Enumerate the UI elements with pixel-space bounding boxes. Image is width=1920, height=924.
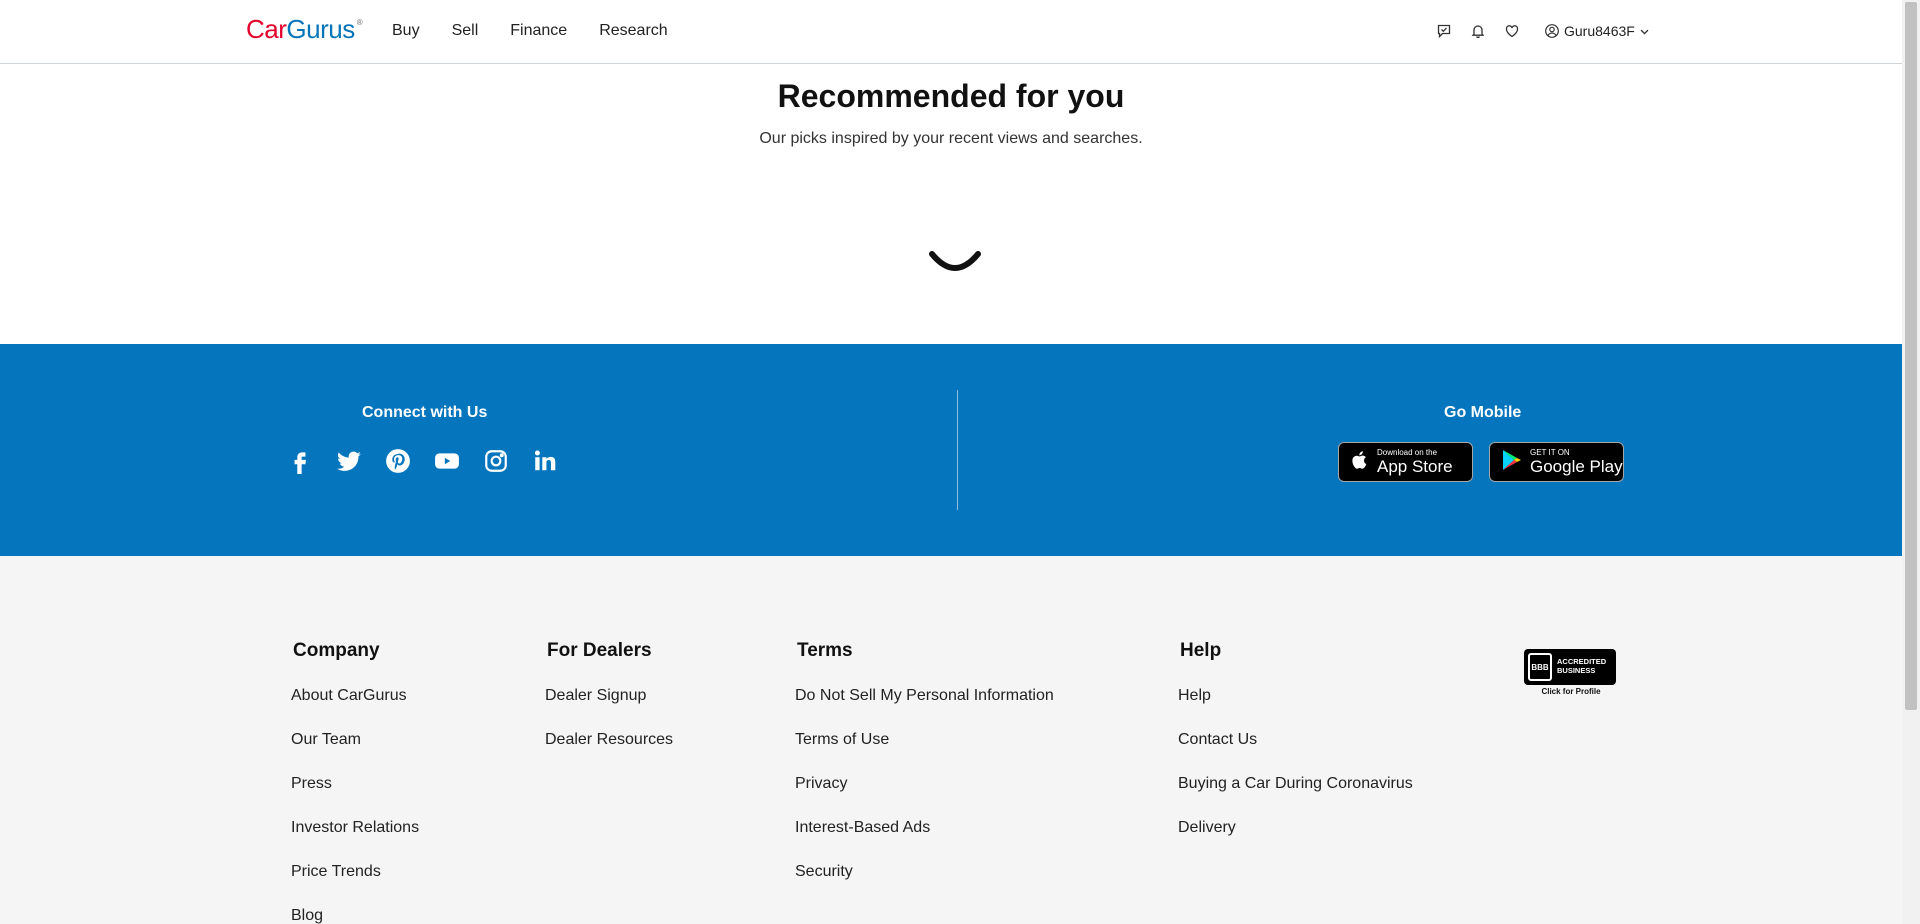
go-mobile-title: Go Mobile <box>1444 404 1522 421</box>
recommended-title: Recommended for you <box>777 78 1125 114</box>
notifications-bell-icon[interactable] <box>1470 23 1486 39</box>
footer-link[interactable]: About CarGurus <box>291 686 419 730</box>
facebook-icon[interactable] <box>287 446 313 476</box>
google-play-small-text: GET IT ON <box>1530 448 1570 457</box>
footer-link[interactable]: Help <box>1178 686 1413 730</box>
social-links <box>287 446 558 476</box>
bbb-line2: BUSINESS <box>1557 666 1596 675</box>
logo-registered-mark: ® <box>356 18 363 27</box>
footer-link[interactable]: Blog <box>291 906 419 924</box>
twitter-icon[interactable] <box>336 446 362 476</box>
scrollbar-thumb[interactable] <box>1905 2 1917 710</box>
footer-link[interactable]: Our Team <box>291 730 419 774</box>
username: Guru8463F <box>1564 23 1635 39</box>
footer-dealers-column: For Dealers Dealer Signup Dealer Resourc… <box>545 640 673 774</box>
google-play-icon <box>1500 448 1524 477</box>
app-store-text: Download on the App Store <box>1377 448 1453 476</box>
google-play-big-text: Google Play <box>1530 457 1623 476</box>
youtube-icon[interactable] <box>434 446 460 476</box>
nav-finance[interactable]: Finance <box>510 22 567 40</box>
nav-sell[interactable]: Sell <box>452 22 479 40</box>
loading-spinner-icon <box>927 238 983 278</box>
footer-terms-title: Terms <box>797 640 853 661</box>
footer-link[interactable]: Dealer Resources <box>545 730 673 774</box>
bbb-badge-body: BBB ACCREDITED BUSINESS <box>1524 649 1616 685</box>
footer-link[interactable]: Terms of Use <box>795 730 1054 774</box>
favorites-heart-icon[interactable] <box>1504 23 1520 39</box>
footer-link[interactable]: Interest-Based Ads <box>795 818 1054 862</box>
social-mobile-band: Connect with Us Go Mobile Download on th… <box>0 344 1902 556</box>
footer-terms-column: Terms Do Not Sell My Personal Informatio… <box>795 640 1054 906</box>
footer-link[interactable]: Investor Relations <box>291 818 419 862</box>
app-store-small-text: Download on the <box>1377 448 1438 457</box>
band-divider <box>957 390 958 510</box>
footer-link[interactable]: Buying a Car During Coronavirus <box>1178 774 1413 818</box>
app-store-button[interactable]: Download on the App Store <box>1338 442 1473 482</box>
user-menu[interactable]: Guru8463F <box>1544 23 1650 39</box>
apple-icon <box>1349 449 1371 476</box>
footer-link[interactable]: Dealer Signup <box>545 686 673 730</box>
footer-help-title: Help <box>1180 640 1222 661</box>
bbb-seal-icon: BBB <box>1528 653 1552 681</box>
linkedin-icon[interactable] <box>532 446 558 476</box>
footer-link[interactable]: Do Not Sell My Personal Information <box>795 686 1054 730</box>
footer-company-column: Company About CarGurus Our Team Press In… <box>291 640 419 924</box>
recommended-subtitle: Our picks inspired by your recent views … <box>759 130 1143 147</box>
cargurus-logo[interactable]: CarGurus ® <box>246 14 363 45</box>
site-footer: Company About CarGurus Our Team Press In… <box>0 556 1902 924</box>
page: CarGurus ® Buy Sell Finance Research Guru… <box>0 0 1920 924</box>
app-store-big-text: App Store <box>1377 457 1453 476</box>
footer-dealers-title: For Dealers <box>547 640 652 661</box>
pinterest-icon[interactable] <box>385 446 411 476</box>
chevron-down-icon <box>1639 26 1650 37</box>
vertical-scrollbar[interactable] <box>1902 0 1920 924</box>
logo-car-text: Car <box>246 14 287 44</box>
bbb-accredited-text: ACCREDITED BUSINESS <box>1557 658 1606 675</box>
footer-link[interactable]: Price Trends <box>291 862 419 906</box>
main-nav: Buy Sell Finance Research <box>392 22 668 40</box>
site-header: CarGurus ® Buy Sell Finance Research Guru… <box>0 0 1902 64</box>
bbb-caption: Click for Profile <box>1541 687 1601 696</box>
footer-link[interactable]: Delivery <box>1178 818 1413 862</box>
footer-link[interactable]: Contact Us <box>1178 730 1413 774</box>
logo-gurus-text: Gurus <box>286 14 355 44</box>
bbb-accredited-badge[interactable]: BBB ACCREDITED BUSINESS Click for Profil… <box>1524 649 1618 697</box>
footer-link[interactable]: Security <box>795 862 1054 906</box>
footer-link[interactable]: Privacy <box>795 774 1054 818</box>
user-circle-icon <box>1544 23 1560 39</box>
messages-icon[interactable] <box>1436 23 1452 39</box>
instagram-icon[interactable] <box>483 446 509 476</box>
google-play-text: GET IT ON Google Play <box>1530 448 1623 476</box>
footer-link[interactable]: Press <box>291 774 419 818</box>
footer-company-title: Company <box>293 640 380 661</box>
nav-buy[interactable]: Buy <box>392 22 420 40</box>
nav-research[interactable]: Research <box>599 22 667 40</box>
header-utilities: Guru8463F <box>1436 23 1650 39</box>
google-play-button[interactable]: GET IT ON Google Play <box>1489 442 1624 482</box>
connect-title: Connect with Us <box>362 404 488 421</box>
footer-help-column: Help Help Contact Us Buying a Car During… <box>1178 640 1413 862</box>
